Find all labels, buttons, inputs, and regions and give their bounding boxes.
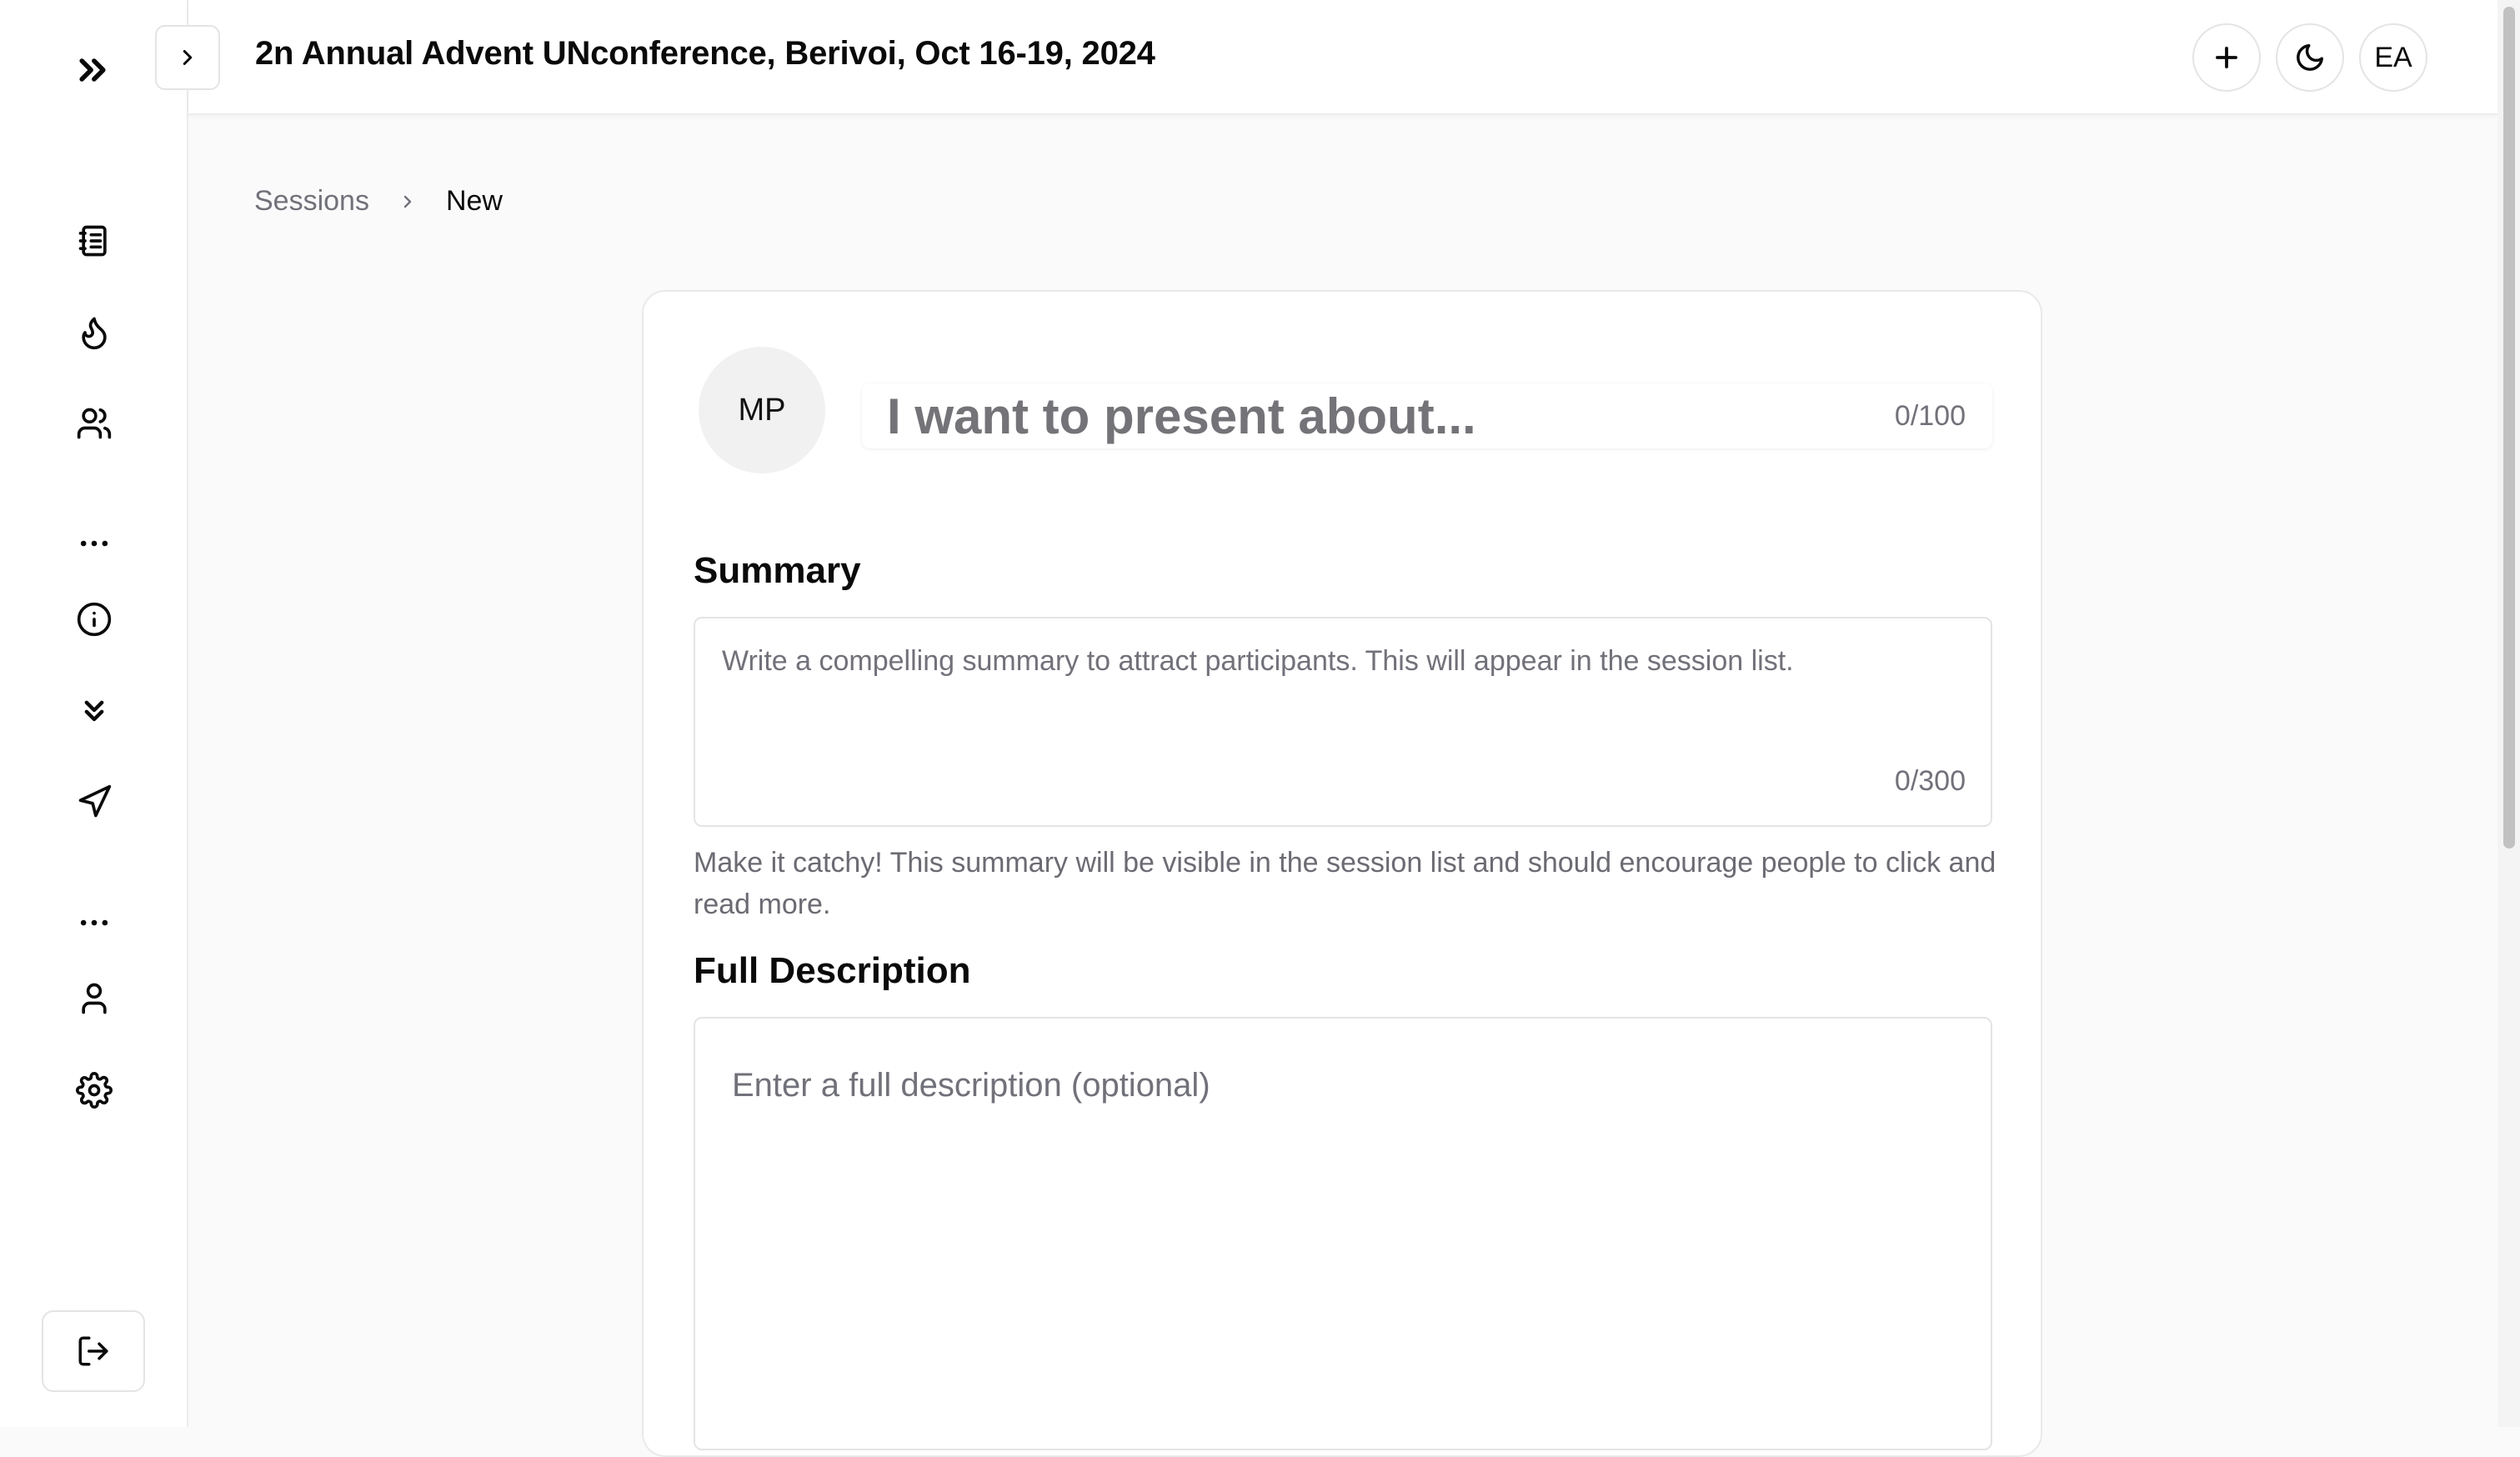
settings-icon[interactable]	[64, 1060, 124, 1120]
summary-helper-text: Make it catchy! This summary will be vis…	[694, 847, 1996, 920]
description-field	[694, 1017, 1992, 1450]
summary-field: 0/300	[694, 617, 1992, 827]
summary-textarea[interactable]	[720, 638, 1857, 742]
session-title-input[interactable]	[862, 383, 1862, 448]
user-avatar-button[interactable]: EA	[2359, 23, 2427, 92]
chevron-right-icon	[398, 192, 418, 212]
breadcrumb: Sessions New	[254, 185, 503, 218]
breadcrumb-sessions-link[interactable]: Sessions	[254, 185, 369, 218]
notebook-icon[interactable]	[64, 211, 124, 271]
session-form-card: MP 0/100 Summary 0/300 Make it catchy! T…	[642, 290, 2042, 1457]
description-textarea[interactable]	[730, 1060, 1959, 1414]
users-icon[interactable]	[64, 393, 124, 453]
user-icon[interactable]	[64, 969, 124, 1029]
info-icon[interactable]	[64, 589, 124, 649]
summary-char-counter: 0/300	[1894, 765, 1966, 797]
sidebar-toggle-button[interactable]	[155, 25, 220, 90]
flame-icon[interactable]	[64, 303, 124, 363]
more-horizontal-icon[interactable]	[64, 893, 124, 953]
add-button[interactable]	[2192, 23, 2261, 92]
title-char-counter: 0/100	[1894, 400, 1966, 432]
sidebar	[0, 0, 188, 1427]
page-title: 2n Annual Advent UNconference, Berivoi, …	[255, 35, 1155, 72]
more-horizontal-icon[interactable]	[64, 513, 124, 573]
log-out-icon	[78, 1336, 108, 1366]
session-title-field: 0/100	[862, 383, 1992, 448]
chevrons-down-icon[interactable]	[64, 680, 124, 740]
plus-icon	[2216, 47, 2237, 68]
scrollbar-thumb[interactable]	[2503, 7, 2515, 849]
theme-toggle-button[interactable]	[2276, 23, 2344, 92]
summary-heading: Summary	[694, 550, 861, 591]
breadcrumb-current: New	[445, 185, 503, 217]
chevron-right-icon	[183, 50, 193, 65]
send-icon[interactable]	[64, 772, 124, 832]
top-header: 2n Annual Advent UNconference, Berivoi, …	[155, 0, 2497, 115]
avatar: MP	[699, 347, 825, 473]
moon-icon	[2297, 44, 2323, 71]
full-description-heading: Full Description	[694, 950, 971, 991]
logout-button[interactable]	[42, 1310, 145, 1392]
double-chevron-right-icon[interactable]	[63, 40, 123, 100]
